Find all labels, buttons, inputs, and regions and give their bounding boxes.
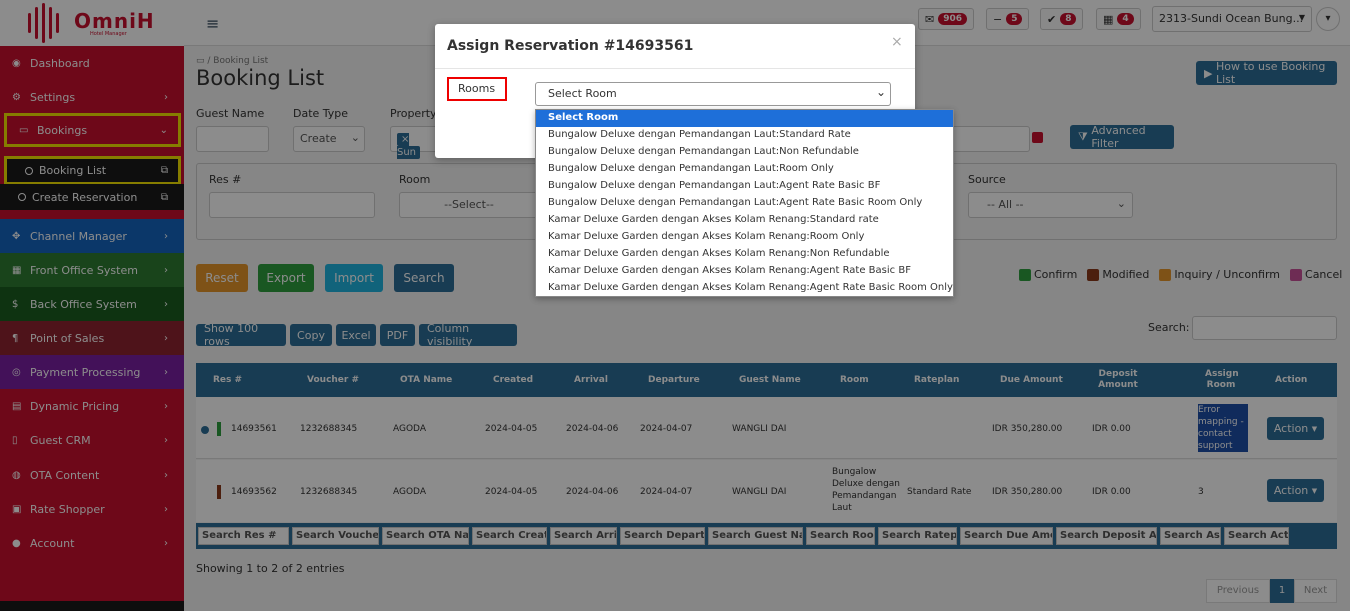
room-option[interactable]: Bungalow Deluxe dengan Pemandangan Laut:… <box>536 127 953 144</box>
room-dropdown-list: Select Room Bungalow Deluxe dengan Pemand… <box>535 109 954 297</box>
room-option[interactable]: Kamar Deluxe Garden dengan Akses Kolam R… <box>536 246 953 263</box>
room-option[interactable]: Kamar Deluxe Garden dengan Akses Kolam R… <box>536 280 953 297</box>
modal-title: Assign Reservation #14693561 <box>447 38 694 54</box>
rooms-label: Rooms <box>447 77 507 101</box>
chevron-down-icon: ⌄ <box>875 85 886 99</box>
room-select-value: Select Room <box>548 87 617 100</box>
room-option[interactable]: Bungalow Deluxe dengan Pemandangan Laut:… <box>536 161 953 178</box>
room-option[interactable]: Bungalow Deluxe dengan Pemandangan Laut:… <box>536 144 953 161</box>
room-option[interactable]: Kamar Deluxe Garden dengan Akses Kolam R… <box>536 229 953 246</box>
modal-divider <box>435 68 915 69</box>
room-select[interactable]: Select Room ⌄ <box>535 82 891 106</box>
room-option[interactable]: Kamar Deluxe Garden dengan Akses Kolam R… <box>536 212 953 229</box>
room-option[interactable]: Select Room <box>536 110 953 127</box>
room-option[interactable]: Bungalow Deluxe dengan Pemandangan Laut:… <box>536 195 953 212</box>
room-option[interactable]: Kamar Deluxe Garden dengan Akses Kolam R… <box>536 263 953 280</box>
close-icon[interactable]: × <box>891 34 903 50</box>
room-option[interactable]: Bungalow Deluxe dengan Pemandangan Laut:… <box>536 178 953 195</box>
